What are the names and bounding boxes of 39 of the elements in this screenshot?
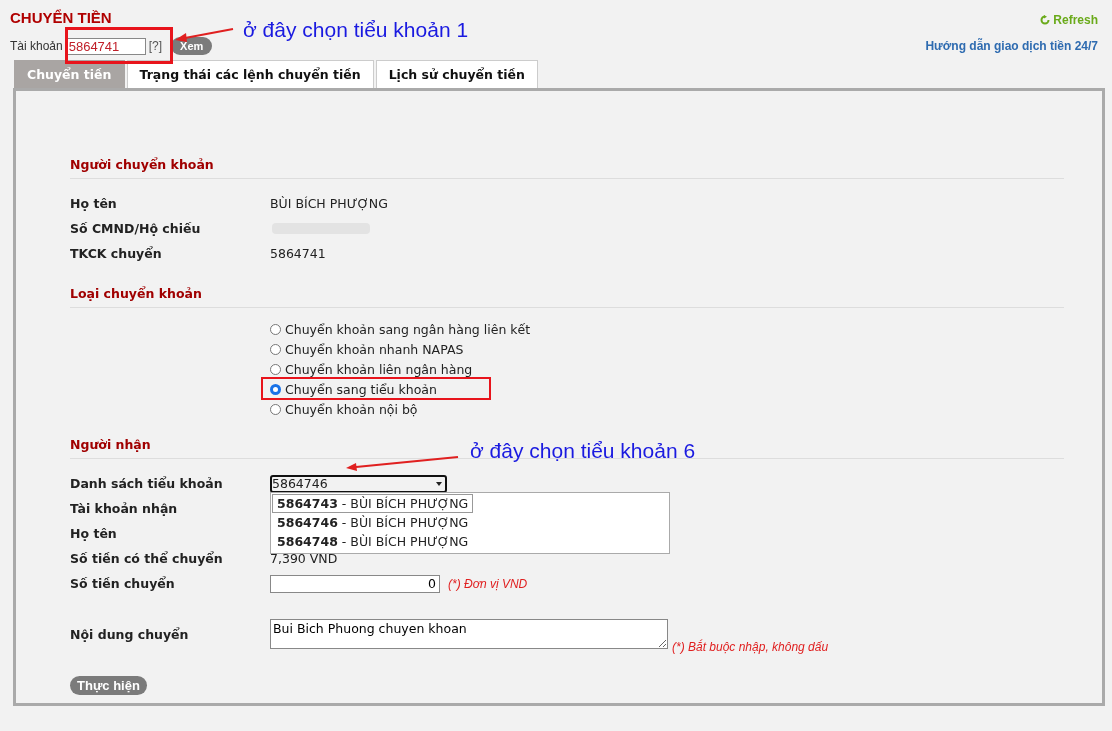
annotation-text: ở đây chọn tiểu khoản 1	[243, 18, 469, 42]
account-field[interactable]: 5864741	[65, 37, 146, 55]
field-label: Tài khoản nhận	[70, 501, 179, 516]
annotation-text: ở đây chọn tiểu khoản 6	[470, 439, 696, 463]
field-label: Họ tên	[70, 526, 118, 541]
field-label: Số tiền có thể chuyển	[70, 551, 224, 566]
amount-field[interactable]: 0	[270, 574, 440, 593]
tab[interactable]: Lịch sử chuyển tiền	[375, 60, 538, 88]
field-note: (*) Đơn vị VND	[448, 576, 528, 591]
field-value: 5864741	[270, 246, 326, 261]
dropdown-option[interactable]: 5864743 - BÙI BÍCH PHƯỢNG	[272, 493, 474, 513]
help-link[interactable]: [?]	[148, 39, 163, 53]
section-heading: Người chuyển khoản	[70, 157, 1064, 179]
section-heading: Loại chuyển khoản	[70, 286, 1064, 308]
field-label: Số CMND/Hộ chiếu	[70, 221, 202, 236]
tab[interactable]: Trạng thái các lệnh chuyển tiền	[126, 60, 374, 88]
field-label: TKCK chuyển	[70, 246, 163, 261]
field-value: 7,390 VND	[270, 551, 338, 566]
field-label: Họ tên	[70, 196, 118, 211]
dropdown-option[interactable]: 5864746 - BÙI BÍCH PHƯỢNG	[272, 512, 474, 532]
field-label: Danh sách tiểu khoản	[70, 476, 224, 491]
refresh-icon	[1040, 15, 1051, 25]
page-title: CHUYỂN TIỀN	[10, 9, 113, 26]
field-label: Nội dung chuyển	[70, 626, 190, 642]
account-label: Tài khoản	[10, 39, 63, 53]
field-value: BÙI BÍCH PHƯỢNG	[270, 196, 388, 211]
radio-option[interactable]: Chuyển khoản liên ngân hàng	[270, 359, 1064, 379]
dropdown-option[interactable]: 5864748 - BÙI BÍCH PHƯỢNG	[272, 531, 474, 551]
radio-option[interactable]: Chuyển khoản nhanh NAPAS	[270, 339, 1064, 359]
submit-button[interactable]: Thực hiện	[70, 676, 147, 695]
radio-option[interactable]: Chuyển khoản sang ngân hàng liên kết	[270, 319, 1064, 339]
content-field[interactable]: Bui Bich Phuong chuyen khoan	[270, 619, 668, 649]
radio-option[interactable]: Chuyển sang tiểu khoản	[270, 379, 1064, 399]
caret-icon	[436, 481, 442, 486]
arrow	[175, 27, 235, 43]
field-note: (*) Bắt buộc nhập, không dấu	[672, 640, 829, 654]
guide-link[interactable]: Hướng dẫn giao dịch tiền 24/7	[925, 39, 1098, 53]
field-label: Số tiền chuyển	[70, 576, 176, 591]
radio-option[interactable]: Chuyển khoản nội bộ	[270, 399, 1064, 419]
